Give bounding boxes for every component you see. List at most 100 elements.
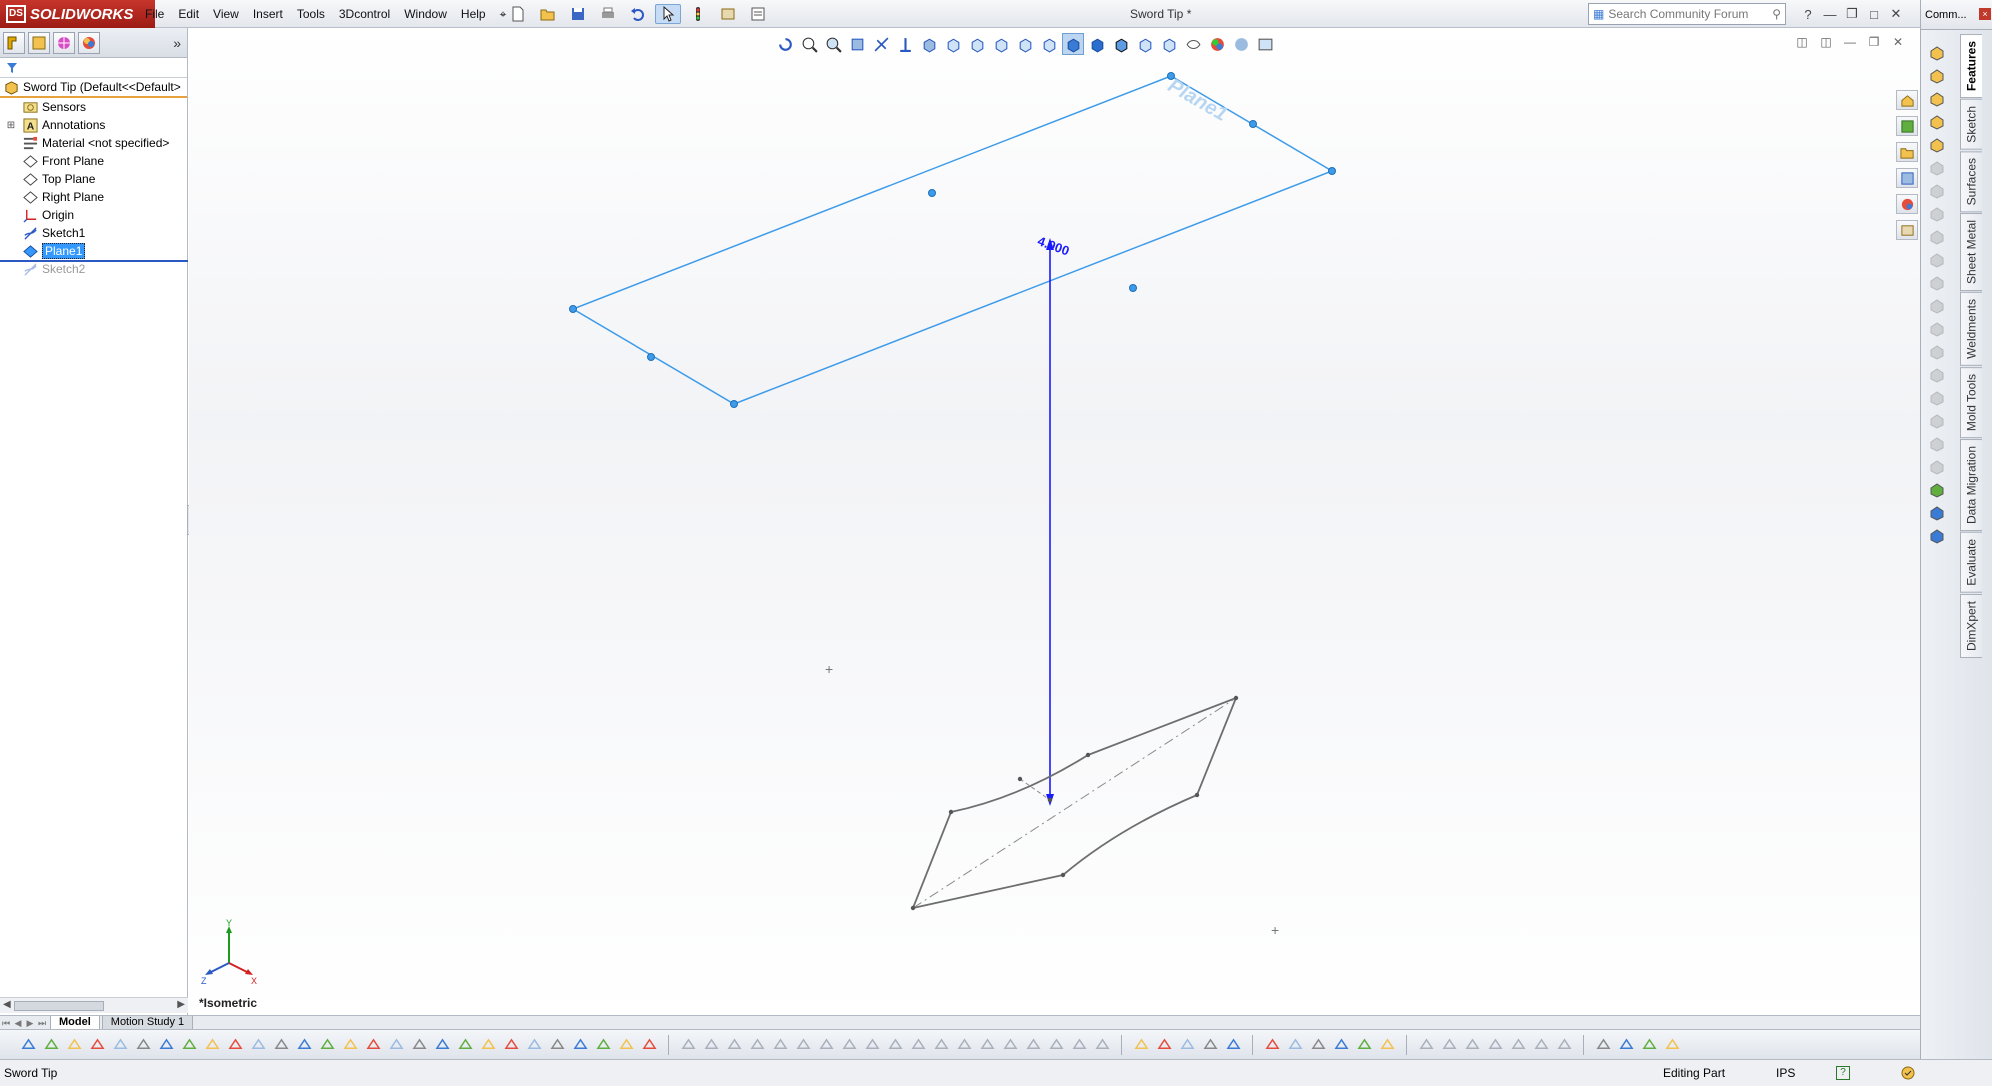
arc-icon[interactable] [179,1034,199,1056]
plane-tool-icon[interactable] [1131,1034,1151,1056]
minimize-icon[interactable]: — [1822,6,1838,22]
mirror-icon[interactable] [1926,458,1948,476]
undo-button[interactable] [625,4,651,24]
view-cube-icon[interactable] [1038,33,1060,55]
reference-geometry-icon[interactable] [1926,481,1948,499]
spline-icon[interactable] [225,1034,245,1056]
design-library-icon[interactable] [1896,116,1918,136]
select-other-icon[interactable] [64,1034,84,1056]
sweep-icon[interactable] [724,1034,744,1056]
file-properties-button[interactable] [715,4,741,24]
delete-body-icon[interactable] [1069,1034,1089,1056]
plane-handle[interactable] [1249,120,1257,128]
tree-filter[interactable] [0,58,187,78]
previous-view-icon[interactable] [774,33,796,55]
swept-cut-icon[interactable] [1926,228,1948,246]
shaded-edges-icon[interactable] [1110,33,1132,55]
curves-icon[interactable] [1926,504,1948,522]
model-canvas[interactable]: Plane1 4.000 + + [189,28,1920,1015]
view-bottom-icon[interactable] [1531,1034,1551,1056]
lofted-cut-icon[interactable] [1926,251,1948,269]
tab-dimxpert[interactable]: DimXpert [1960,593,1982,658]
sketch-point[interactable] [910,905,916,911]
tab-weldments[interactable]: Weldments [1960,292,1982,366]
edit-appearance-icon[interactable] [1206,33,1228,55]
extruded-cut-icon[interactable] [1926,159,1948,177]
view-orientation-icon[interactable] [918,33,940,55]
sketch-point[interactable] [1194,792,1200,798]
sketch-edge[interactable] [912,874,1064,909]
rectangle-icon[interactable] [110,1034,130,1056]
viewport-split2-icon[interactable]: ◫ [1818,34,1834,50]
plane-handle[interactable] [569,305,577,313]
tab-sheet-metal[interactable]: Sheet Metal [1960,213,1982,292]
copy-entities-icon[interactable] [524,1034,544,1056]
sketch-point[interactable] [1233,695,1239,701]
scale-entities-icon[interactable] [501,1034,521,1056]
view-cube-icon[interactable] [966,33,988,55]
sketch-point[interactable] [1047,797,1053,803]
tree-item-material[interactable]: Material <not specified> [0,134,187,152]
shaded-view-icon[interactable] [1086,33,1108,55]
tab-data-migration[interactable]: Data Migration [1960,439,1982,532]
display-manager-tab-icon[interactable] [78,31,100,54]
tab-surfaces[interactable]: Surfaces [1960,150,1982,213]
mirror-entities-icon[interactable] [432,1034,452,1056]
search-icon[interactable]: ⚲ [1772,7,1781,21]
offset-dimension[interactable]: 4.000 [1036,233,1072,806]
tree-item-right[interactable]: Right Plane [0,188,187,206]
tab-features[interactable]: Features [1960,34,1982,99]
custom-properties-icon[interactable] [1896,220,1918,240]
select-button[interactable] [655,4,681,24]
viewport-restore-icon[interactable]: ❐ [1866,34,1882,50]
tab-motion-study[interactable]: Motion Study 1 [101,1015,194,1030]
view-back-icon[interactable] [1439,1034,1459,1056]
dome-icon[interactable] [931,1034,951,1056]
menu-3dcontrol[interactable]: 3Dcontrol [332,0,397,28]
scroll-thumb[interactable] [14,1001,104,1011]
plane-handle[interactable] [1129,284,1137,292]
extrude-boss-icon[interactable] [678,1034,698,1056]
relations-icon[interactable] [593,1034,613,1056]
filter-icon[interactable] [18,1034,38,1056]
tree-item-front[interactable]: Front Plane [0,152,187,170]
viewport-split-icon[interactable]: ◫ [1794,34,1810,50]
sketch-point[interactable] [1060,872,1066,878]
zoom-to-fit-icon[interactable] [798,33,820,55]
shell-icon[interactable] [1926,389,1948,407]
sketch1-profile[interactable] [912,697,1237,909]
dynamic-annotation-icon[interactable] [894,33,916,55]
instant3d-icon[interactable] [1926,527,1948,545]
tab-model[interactable]: Model [50,1015,100,1030]
solidworks-resources-icon[interactable] [1896,90,1918,110]
coordinate-system-icon[interactable] [1177,1034,1197,1056]
tree-item-plane1[interactable]: Plane1 [0,242,187,260]
pin-icon[interactable]: × [1979,8,1991,20]
restore-icon[interactable]: ❐ [1844,6,1860,22]
sketch-edge[interactable] [1062,794,1198,876]
revolve-icon[interactable] [701,1034,721,1056]
menu-insert[interactable]: Insert [246,0,290,28]
scroll-right-icon[interactable]: ▶ [177,999,185,1010]
boundary-boss-icon[interactable] [1926,136,1948,154]
loft-icon[interactable] [747,1034,767,1056]
file-explorer-icon[interactable] [1896,142,1918,162]
chamfer-feature-icon[interactable] [816,1034,836,1056]
graphics-area[interactable]: Plane1 4.000 + + ◫ ◫ — ❐ ✕ Y X Z *Isomet… [189,28,1920,1015]
hide-show-dropdown-icon[interactable] [1182,33,1204,55]
3d-sketch-icon[interactable] [1616,1034,1636,1056]
plane-handle[interactable] [647,353,655,361]
smart-dimension-icon[interactable] [616,1034,636,1056]
split-icon[interactable] [409,1034,429,1056]
help-icon[interactable]: ? [1800,6,1816,22]
select-icon[interactable] [41,1034,61,1056]
plane-handle[interactable] [928,189,936,197]
circle-icon[interactable] [156,1034,176,1056]
first-tab-icon[interactable]: ⏮ [0,1017,12,1029]
view-cube-icon[interactable] [942,33,964,55]
solidworks-logo[interactable]: DS SOLIDWORKS [0,0,155,28]
sketch-edge[interactable] [950,754,1089,813]
swept-boss-icon[interactable] [1926,90,1948,108]
ellipse-icon[interactable] [248,1034,268,1056]
rebuild-status-icon[interactable] [1900,1065,1916,1081]
